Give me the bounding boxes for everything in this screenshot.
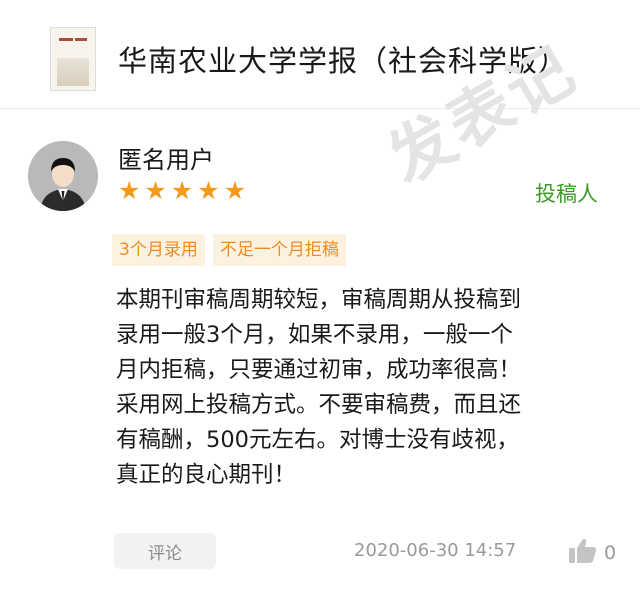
review-body: 本期刊审稿周期较短，审稿周期从投稿到 录用一般3个月，如果不录用，一般一个 月内…	[116, 283, 616, 493]
review-line: 月内拒稿，只要通过初审，成功率很高！	[116, 357, 522, 383]
review-line: 录用一般3个月，如果不录用，一般一个	[116, 322, 513, 348]
comment-button[interactable]: 评论	[114, 533, 216, 569]
review-line: 采用网上投稿方式。不要审稿费，而且还	[116, 392, 522, 418]
star-icon: ★	[170, 176, 194, 205]
star-icon: ★	[197, 176, 220, 205]
like-button[interactable]: 0	[568, 537, 616, 569]
journal-cover-icon[interactable]	[50, 27, 96, 91]
review-line: 真正的良心期刊！	[116, 462, 297, 488]
review-timestamp: 2020-06-30 14:57	[354, 540, 517, 561]
star-icon: ★	[144, 176, 167, 205]
like-count: 0	[604, 542, 617, 564]
review-line: 本期刊审稿周期较短，审稿周期从投稿到	[116, 287, 522, 313]
rating-stars: ★ ★ ★ ★ ★	[118, 178, 246, 203]
tag-acceptance-time: 3个月录用	[112, 234, 205, 266]
tag-rejection-time: 不足一个月拒稿	[212, 234, 346, 266]
review-line: 有稿酬，500元左右。对博士没有歧视，	[116, 427, 519, 453]
star-icon: ★	[223, 176, 247, 205]
user-name: 匿名用户	[118, 146, 214, 174]
star-icon: ★	[118, 176, 141, 205]
user-role-label: 投稿人	[535, 182, 598, 206]
thumbs-up-icon[interactable]	[568, 537, 598, 569]
user-avatar-icon[interactable]	[28, 141, 98, 211]
review-tags: 3个月录用 不足一个月拒稿	[112, 234, 346, 266]
